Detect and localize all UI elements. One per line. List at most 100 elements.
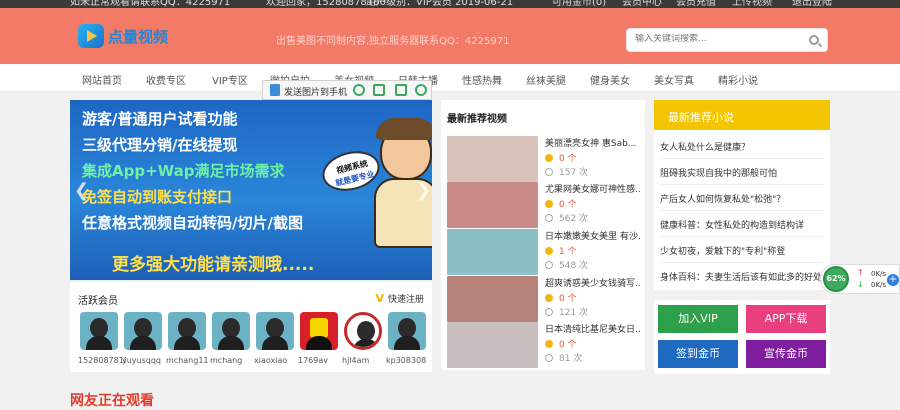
video-item[interactable]: 超爽诱惑美少女钱骑写... 0 个 121 次 xyxy=(447,276,643,322)
upload-video-link[interactable]: 上传视频 xyxy=(732,0,772,8)
member-recharge-link[interactable]: 会员充值 xyxy=(676,0,716,8)
coins-link[interactable]: 可用金币(0) xyxy=(552,0,606,8)
send-to-phone-label[interactable]: 发送图片到手机 xyxy=(284,85,347,98)
expand-icon[interactable] xyxy=(353,84,365,96)
coin-icon xyxy=(545,154,553,162)
coin-icon xyxy=(545,294,553,302)
member-item[interactable]: 15280878180 xyxy=(78,312,126,368)
top-contact-text: 如未正常观看请联系QQ：4225971 xyxy=(70,0,231,8)
save-icon[interactable] xyxy=(373,84,385,96)
header-slogan: 出售美图不同制内容,独立服务器联系QQ：4225971 xyxy=(276,36,510,47)
video-item[interactable]: 美丽漂亮女神 惠Sab... 0 个 157 次 xyxy=(447,136,643,182)
sign-in-coins-button[interactable]: 签到金币 xyxy=(658,340,738,368)
novel-link[interactable]: 健康科普：女性私处的构造到结构详 xyxy=(660,218,824,231)
join-vip-button[interactable]: 加入VIP xyxy=(658,305,738,333)
member-name: 1769av xyxy=(298,356,328,365)
banner-headline: 更多强大功能请亲测哦..... xyxy=(112,255,315,275)
video-thumbnail[interactable] xyxy=(447,182,538,228)
video-title[interactable]: 日本清纯比基尼美女日... xyxy=(545,322,641,335)
video-title[interactable]: 超爽诱惑美少女钱骑写... xyxy=(545,276,641,289)
video-coins: 0 个 xyxy=(545,197,577,210)
avatar[interactable] xyxy=(80,312,118,350)
quick-register-link[interactable]: V 快速注册 xyxy=(375,292,424,305)
novel-link[interactable]: 身体百科：夫妻生活后该有如此多的好处 xyxy=(660,270,824,283)
banner-prev-arrow-icon[interactable]: ❮ xyxy=(74,180,89,201)
video-title[interactable]: 日本嫩嫩美女美里 有沙... xyxy=(545,229,641,242)
avatar[interactable] xyxy=(344,312,382,350)
search-input[interactable] xyxy=(635,34,805,44)
video-thumbnail[interactable] xyxy=(447,322,538,368)
video-thumbnail[interactable] xyxy=(447,276,538,322)
nav-item[interactable]: 健身美女 xyxy=(590,72,630,87)
banner-line: 游客/普通用户试看功能 xyxy=(82,110,238,128)
video-coins: 0 个 xyxy=(545,151,577,164)
banner-line: 三级代理分销/在线提现 xyxy=(82,136,238,154)
recommended-novels-panel: 最新推荐小说 女人私处什么是健康？ 阻碍我实现自我中的那般可怕 产后女人如何恢复… xyxy=(654,100,830,290)
active-members-panel: 活跃会员 V快速注册 15280878180 yuyusqqq mchang11… xyxy=(70,282,432,372)
novel-link[interactable]: 少女初夜，爱触下的"专利"称登 xyxy=(660,244,824,257)
video-thumbnail[interactable] xyxy=(447,136,538,182)
banner-line: 任意格式视频自动转码/切片/截图 xyxy=(82,214,303,232)
member-item[interactable]: mchang11 xyxy=(166,312,209,368)
nav-item[interactable]: 精彩小说 xyxy=(718,72,758,87)
avatar[interactable] xyxy=(300,312,338,350)
nav-item[interactable]: 性感热舞 xyxy=(462,72,502,87)
member-name: mchang11 xyxy=(166,356,209,365)
member-item[interactable]: xiaoxiao xyxy=(254,312,294,368)
avatar[interactable] xyxy=(168,312,206,350)
nav-item[interactable]: 丝袜美腿 xyxy=(526,72,566,87)
video-title[interactable]: 美丽漂亮女神 惠Sab... xyxy=(545,136,641,149)
logout-link[interactable]: 退出登陆 xyxy=(792,0,832,8)
member-item[interactable]: yuyusqqq xyxy=(122,312,162,368)
plus-icon[interactable]: + xyxy=(887,274,899,286)
member-name: mchang xyxy=(210,356,243,365)
nav-item[interactable]: 美女写真 xyxy=(654,72,694,87)
member-center-link[interactable]: 会员中心 xyxy=(622,0,662,8)
avatar[interactable] xyxy=(124,312,162,350)
settings-icon[interactable] xyxy=(415,84,427,96)
active-members-title: 活跃会员 xyxy=(78,296,118,307)
member-item[interactable]: kp308308 xyxy=(386,312,426,368)
coin-icon xyxy=(545,247,553,255)
avatar[interactable] xyxy=(256,312,294,350)
share-icon[interactable] xyxy=(395,84,407,96)
recommended-novels-header: 最新推荐小说 xyxy=(654,100,830,130)
site-logo[interactable]: 点量视频 xyxy=(78,22,168,52)
phone-send-icon[interactable] xyxy=(270,84,280,96)
video-views: 121 次 xyxy=(545,305,588,318)
app-download-button[interactable]: APP下载 xyxy=(746,305,826,333)
member-item[interactable]: mchang xyxy=(210,312,250,368)
video-item[interactable]: 日本清纯比基尼美女日... 0 个 81 次 xyxy=(447,322,643,368)
banner-line: 集成App+Wap满足市场需求 xyxy=(82,162,285,180)
novel-link[interactable]: 阻碍我实现自我中的那般可怕 xyxy=(660,166,824,179)
eye-icon xyxy=(545,168,553,176)
play-logo-icon xyxy=(78,24,104,48)
network-speed-widget[interactable]: 62% ↑ 0K/s ↓ 0K/s + xyxy=(820,264,900,294)
video-thumbnail[interactable] xyxy=(447,229,538,275)
vip-v-icon: V xyxy=(375,292,384,305)
video-views: 562 次 xyxy=(545,211,588,224)
recommended-novels-title: 最新推荐小说 xyxy=(668,111,734,124)
video-item[interactable]: 尤果网美女娜可神性感... 0 个 562 次 xyxy=(447,182,643,228)
eye-icon xyxy=(545,354,553,362)
nav-item[interactable]: VIP专区 xyxy=(212,72,248,87)
promote-coins-button[interactable]: 宣传金币 xyxy=(746,340,826,368)
novel-link[interactable]: 产后女人如何恢复私处"松弛"？ xyxy=(660,192,824,205)
banner-next-arrow-icon[interactable]: ❯ xyxy=(416,180,431,201)
coin-icon xyxy=(545,200,553,208)
eye-icon xyxy=(545,214,553,222)
member-item[interactable]: 1769av xyxy=(298,312,338,368)
site-header: 点量视频 出售美图不同制内容,独立服务器联系QQ：4225971 xyxy=(0,8,900,64)
member-item[interactable]: hjl4am xyxy=(342,312,382,368)
latest-videos-title: 最新推荐视频 xyxy=(447,114,507,125)
video-item[interactable]: 日本嫩嫩美女美里 有沙... 1 个 548 次 xyxy=(447,229,643,275)
avatar[interactable] xyxy=(388,312,426,350)
promo-banner[interactable]: 游客/普通用户试看功能 三级代理分销/在线提现 集成App+Wap满足市场需求 … xyxy=(70,100,432,280)
video-title[interactable]: 尤果网美女娜可神性感... xyxy=(545,182,641,195)
search-icon[interactable] xyxy=(809,35,819,45)
member-name: 15280878180 xyxy=(78,356,126,365)
avatar[interactable] xyxy=(212,312,250,350)
nav-item[interactable]: 网站首页 xyxy=(82,72,122,87)
nav-item[interactable]: 收费专区 xyxy=(146,72,186,87)
novel-link[interactable]: 女人私处什么是健康？ xyxy=(660,140,824,153)
